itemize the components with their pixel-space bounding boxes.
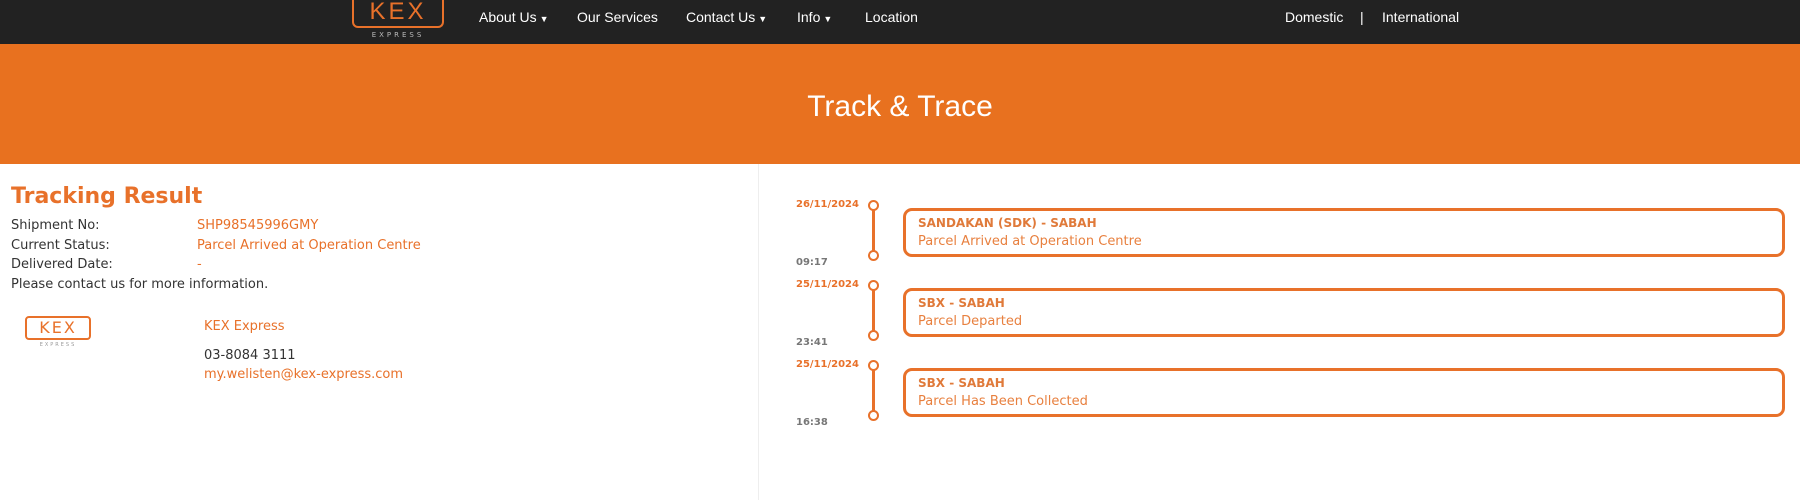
shipment-label: Shipment No:: [11, 218, 100, 233]
timeline-event: SANDAKAN (SDK) - SABAH Parcel Arrived at…: [903, 208, 1785, 257]
nav-contact-us[interactable]: Contact Us ▼: [686, 9, 767, 25]
event-date: 25/11/2024: [796, 359, 859, 370]
nav-our-services[interactable]: Our Services: [577, 9, 658, 25]
event-status: Parcel Arrived at Operation Centre: [918, 234, 1142, 249]
event-status: Parcel Departed: [918, 314, 1023, 329]
nav-label: Info: [797, 9, 821, 25]
caret-down-icon: ▼: [758, 14, 768, 24]
event-location: SANDAKAN (SDK) - SABAH: [918, 216, 1097, 230]
top-nav: KEX EXPRESS About Us ▼ Our Services Conta…: [0, 0, 1800, 44]
nav-about-us[interactable]: About Us ▼: [479, 9, 549, 25]
timeline-dot-icon: [868, 410, 879, 421]
caret-down-icon: ▼: [823, 14, 833, 24]
email-link[interactable]: my.welisten@kex-express.com: [204, 367, 403, 382]
nav-location[interactable]: Location: [865, 9, 918, 25]
caret-down-icon: ▼: [539, 14, 549, 24]
logo-text: KEX: [25, 316, 91, 340]
page-banner: Track & Trace: [0, 44, 1800, 164]
event-time: 16:38: [796, 417, 828, 428]
logo-subtext: EXPRESS: [371, 31, 425, 39]
logo-text: KEX: [352, 0, 444, 28]
timeline-event: SBX - SABAH Parcel Departed: [903, 288, 1785, 337]
timeline-event: SBX - SABAH Parcel Has Been Collected: [903, 368, 1785, 417]
nav-info[interactable]: Info ▼: [797, 9, 832, 25]
event-status: Parcel Has Been Collected: [918, 394, 1088, 409]
timeline-line: [872, 288, 875, 334]
timeline-dot-icon: [868, 200, 879, 211]
delivered-label: Delivered Date:: [11, 257, 113, 272]
timeline-dot-icon: [868, 360, 879, 371]
delivered-value: -: [197, 257, 202, 272]
event-time: 23:41: [796, 337, 828, 348]
timeline-line: [872, 208, 875, 254]
kex-logo[interactable]: KEX EXPRESS: [352, 0, 444, 42]
nav-domestic[interactable]: Domestic: [1285, 9, 1343, 25]
event-date: 26/11/2024: [796, 199, 859, 210]
page-title: Track & Trace: [807, 90, 993, 123]
nav-international[interactable]: International: [1382, 9, 1459, 25]
timeline-line: [872, 368, 875, 414]
status-value: Parcel Arrived at Operation Centre: [197, 238, 421, 253]
tracking-result-heading: Tracking Result: [11, 184, 203, 209]
nav-separator: |: [1360, 9, 1364, 25]
timeline-dot-icon: [868, 280, 879, 291]
nav-label: Our Services: [577, 9, 658, 25]
event-time: 09:17: [796, 257, 828, 268]
event-location: SBX - SABAH: [918, 296, 1005, 310]
event-date: 25/11/2024: [796, 279, 859, 290]
timeline-dot-icon: [868, 250, 879, 261]
company-name: KEX Express: [204, 319, 285, 334]
column-divider: [758, 164, 759, 500]
logo-subtext: EXPRESS: [39, 342, 77, 348]
nav-label: About Us: [479, 9, 537, 25]
timeline-dot-icon: [868, 330, 879, 341]
event-location: SBX - SABAH: [918, 376, 1005, 390]
contact-note: Please contact us for more information.: [11, 277, 269, 292]
status-label: Current Status:: [11, 238, 110, 253]
kex-contact-logo: KEX EXPRESS: [25, 316, 95, 352]
phone-number: 03-8084 3111: [204, 348, 296, 363]
shipment-value: SHP98545996GMY: [197, 218, 319, 233]
nav-label: Location: [865, 9, 918, 25]
nav-label: Contact Us: [686, 9, 756, 25]
